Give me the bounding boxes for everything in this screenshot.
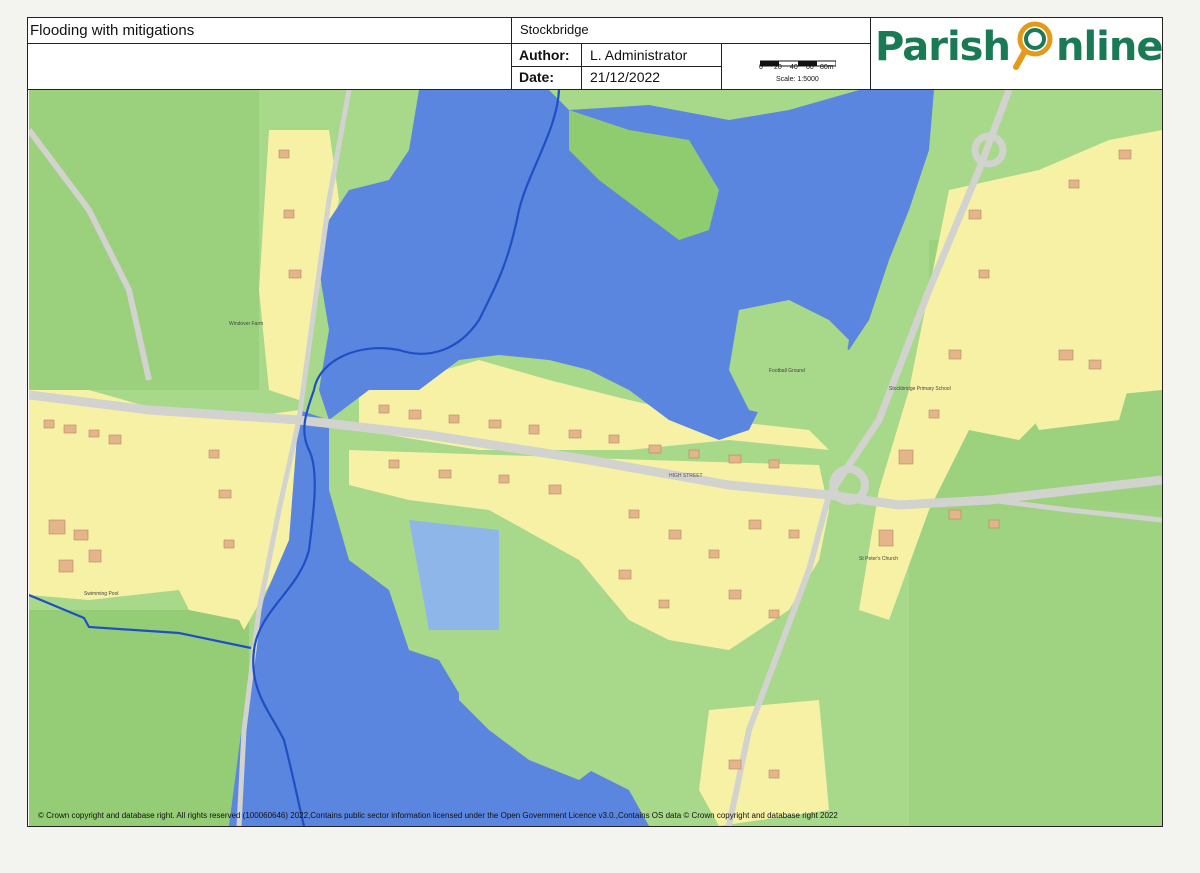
author-label: Author: <box>519 47 570 63</box>
header-col-divider-1 <box>511 17 512 90</box>
logo-text-right: nline <box>1055 24 1164 70</box>
label-swimming-pool: Swimming Pool <box>84 591 118 597</box>
label-windover-farm: Windover Farm <box>229 321 263 327</box>
header-row-divider <box>511 66 721 67</box>
scale-tick-40: 40 <box>790 64 798 71</box>
label-football-ground: Football Ground <box>769 368 805 374</box>
scale-tick-60: 60 <box>806 64 814 71</box>
parish-online-logo: Parish nline <box>875 21 1164 72</box>
field-southeast <box>909 510 1162 826</box>
field-southwest <box>29 610 249 826</box>
flood-map: HIGH STREET Football Ground Swimming Poo… <box>29 90 1162 826</box>
scale-tick-0: 0 <box>759 64 763 71</box>
label-high-street: HIGH STREET <box>669 473 703 479</box>
date-label: Date: <box>519 69 555 85</box>
scale-tick-80: 80m <box>820 64 834 71</box>
map-title: Flooding with mitigations <box>30 22 195 39</box>
author-value: L. Administrator <box>590 47 688 63</box>
header-title-divider <box>27 43 870 44</box>
logo-text-left: Parish <box>875 24 1011 70</box>
label-church: St Peter's Church <box>859 556 898 562</box>
magnifier-icon <box>1012 21 1053 70</box>
label-school: Stockbridge Primary School <box>889 386 951 392</box>
scale-tick-20: 20 <box>774 64 782 71</box>
header-col-divider-3 <box>721 43 722 90</box>
scale-text: Scale: 1:5000 <box>776 76 819 83</box>
location-name: Stockbridge <box>520 22 589 37</box>
header-label-divider <box>581 43 582 90</box>
header-col-divider-2 <box>870 17 871 90</box>
copyright-notice: © Crown copyright and database right. Al… <box>38 811 838 820</box>
urban-south-east <box>699 700 829 826</box>
date-value: 21/12/2022 <box>590 69 661 85</box>
